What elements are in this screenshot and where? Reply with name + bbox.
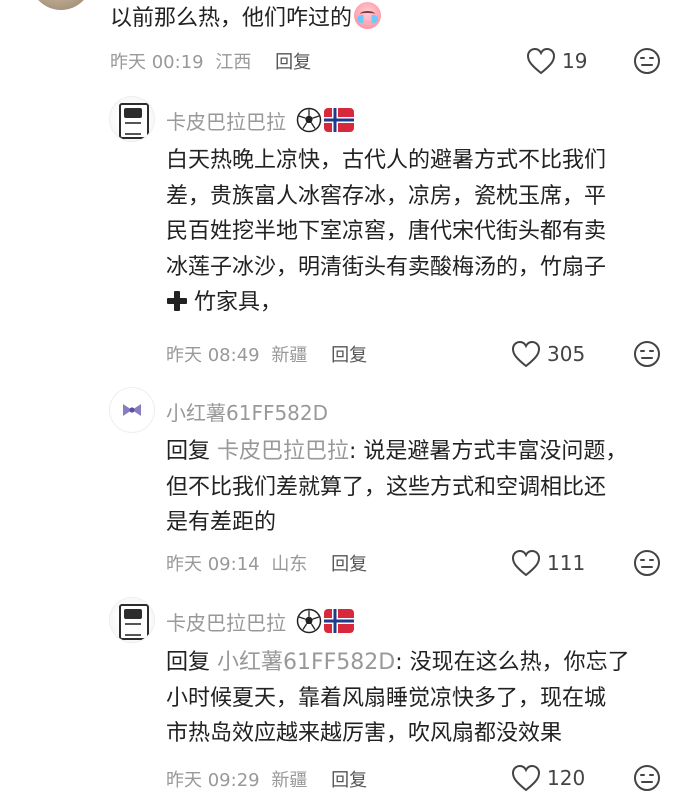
plus-icon bbox=[167, 291, 187, 311]
like-count: 120 bbox=[547, 766, 586, 790]
like-count: 305 bbox=[547, 342, 586, 366]
comment-time: 昨天 09:14 bbox=[166, 554, 260, 575]
comment-time: 昨天 09:29 bbox=[166, 770, 260, 791]
comment-time: 昨天 00:19 bbox=[110, 52, 204, 73]
comment-time: 昨天 08:49 bbox=[166, 345, 260, 366]
heart-icon bbox=[511, 764, 541, 792]
heart-icon bbox=[511, 549, 541, 577]
meh-face-icon bbox=[634, 550, 660, 576]
comment-meta: 昨天 00:19 江西 回复 bbox=[110, 48, 311, 74]
meh-face-icon bbox=[634, 48, 660, 74]
reply-button[interactable]: 回复 bbox=[331, 345, 367, 366]
avatar[interactable] bbox=[110, 97, 154, 141]
comment-location: 江西 bbox=[215, 52, 252, 73]
reply-button[interactable]: 回复 bbox=[275, 52, 311, 73]
user-badges bbox=[296, 608, 354, 634]
avatar[interactable] bbox=[110, 598, 154, 642]
like-button[interactable]: 19 bbox=[526, 47, 587, 75]
comment-text: 回复 卡皮巴拉巴拉: 说是避暑方式丰富没问题， 但不比我们差就算了，这些方式和空… bbox=[166, 439, 628, 535]
comment-text: 以前那么热，他们咋过的 bbox=[110, 2, 382, 36]
comment-meta: 昨天 09:14 山东 回复 bbox=[166, 550, 367, 576]
reply-button[interactable]: 回复 bbox=[331, 770, 367, 791]
avatar[interactable] bbox=[110, 388, 154, 432]
dislike-button[interactable] bbox=[633, 549, 661, 577]
heart-icon bbox=[511, 340, 541, 368]
crying-face-icon bbox=[354, 2, 382, 29]
mention-link[interactable]: 卡皮巴拉巴拉 bbox=[217, 439, 349, 464]
like-button[interactable]: 111 bbox=[511, 549, 585, 577]
heart-icon bbox=[526, 47, 556, 75]
comment-meta: 昨天 09:29 新疆 回复 bbox=[166, 766, 367, 792]
comment-meta: 昨天 08:49 新疆 回复 bbox=[166, 341, 367, 367]
comment-text: 回复 小红薯61FF582D: 没现在这么热，你忘了 小时候夏天，靠着风扇睡觉凉… bbox=[166, 650, 630, 746]
avatar[interactable] bbox=[30, 0, 92, 10]
norway-flag-icon bbox=[324, 609, 354, 633]
comment-location: 新疆 bbox=[271, 345, 308, 366]
user-badges bbox=[296, 107, 354, 133]
soccer-ball-icon bbox=[296, 107, 322, 133]
like-count: 19 bbox=[562, 49, 588, 73]
like-button[interactable]: 120 bbox=[511, 764, 585, 792]
username[interactable]: 卡皮巴拉巴拉 bbox=[166, 106, 354, 135]
comment-location: 山东 bbox=[271, 554, 308, 575]
dislike-button[interactable] bbox=[633, 340, 661, 368]
meh-face-icon bbox=[634, 765, 660, 791]
comment-location: 新疆 bbox=[271, 770, 308, 791]
reply-button[interactable]: 回复 bbox=[331, 554, 367, 575]
like-count: 111 bbox=[547, 551, 586, 575]
like-button[interactable]: 305 bbox=[511, 340, 585, 368]
soccer-ball-icon bbox=[296, 608, 322, 634]
dislike-button[interactable] bbox=[633, 764, 661, 792]
norway-flag-icon bbox=[324, 108, 354, 132]
meh-face-icon bbox=[634, 341, 660, 367]
comment-text: 白天热晚上凉快，古代人的避暑方式不比我们 差，贵族富人冰窖存冰，凉房，瓷枕玉席，… bbox=[166, 148, 607, 315]
bow-icon bbox=[123, 404, 141, 416]
dislike-button[interactable] bbox=[633, 47, 661, 75]
mention-link[interactable]: 小红薯61FF582D bbox=[217, 650, 395, 675]
username[interactable]: 卡皮巴拉巴拉 bbox=[166, 607, 354, 636]
username[interactable]: 小红薯61FF582D bbox=[166, 397, 328, 426]
